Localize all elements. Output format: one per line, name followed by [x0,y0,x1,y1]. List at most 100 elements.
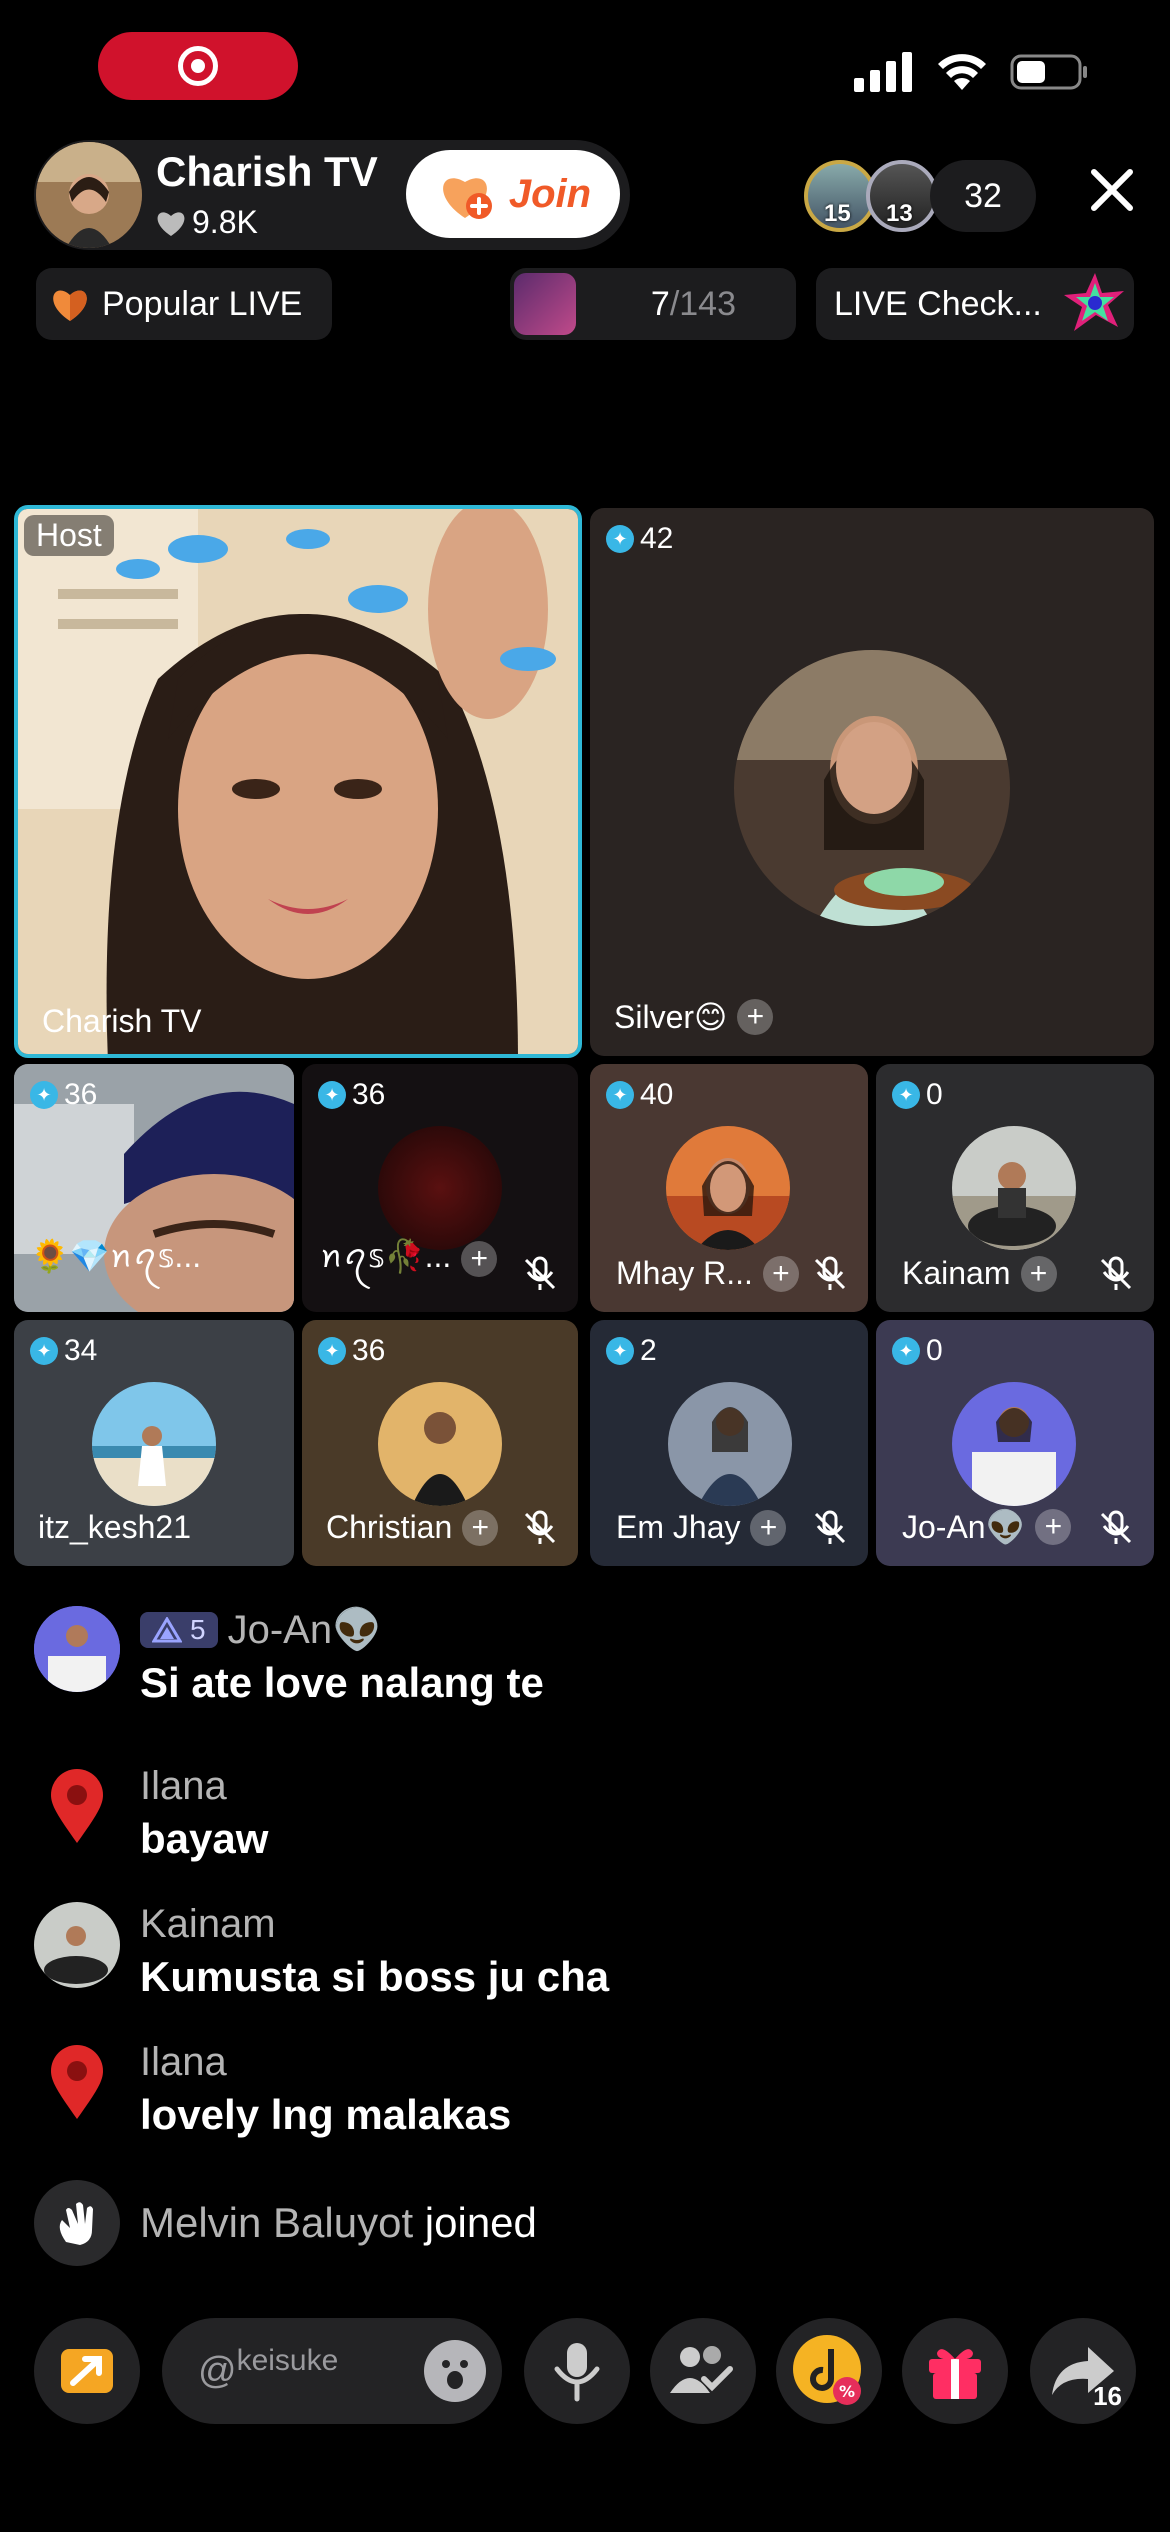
top-viewer-1-badge: 15 [824,200,851,227]
score-value: 0 [926,1078,943,1111]
chat-avatar[interactable] [34,1606,120,1692]
chat-username[interactable]: Ilana [140,2040,511,2085]
guest-label: 🌻💎ꪀꪖ𝕤... [30,1225,201,1292]
chat-text: Si ate love nalang te [140,1659,544,1706]
guest-tile-4[interactable]: ✦ 40 Mhay R... + [590,1064,868,1312]
chat-join-event[interactable]: Melvin Baluyot joined [34,2180,537,2266]
ranking-text: 7/143 [651,285,736,324]
ranking-avatar [514,273,576,335]
chat-username[interactable]: Jo-An👽 [228,1606,382,1653]
chat-message[interactable]: 5 Jo-An👽 Si ate love nalang te [34,1606,544,1707]
host-tile-name: Charish TV [42,1003,202,1039]
chat-message[interactable]: Ilana lovely lng malakas [34,2040,511,2139]
promo-button[interactable]: % [776,2318,882,2424]
diamond-icon: ✦ [318,1081,346,1109]
chat-username[interactable]: Kainam [140,1902,609,1947]
diamond-icon: ✦ [606,1081,634,1109]
guest-score: ✦ 40 [606,1078,673,1112]
guest-name: Jo-An👽 [902,1509,1026,1545]
follow-plus-icon[interactable]: + [462,1509,499,1546]
guest-tile-3[interactable]: ✦ 36 ꪀꪖ𝕤🥀... + [302,1064,578,1312]
svg-text:%: % [839,2382,855,2401]
chat-text: bayaw [140,1815,269,1862]
follow-plus-icon[interactable]: + [762,1255,799,1292]
guest-name: Christian [326,1509,453,1545]
score-value: 42 [640,522,674,555]
follow-plus-icon[interactable]: + [1035,1509,1072,1545]
host-likes: 9.8K [156,204,258,241]
live-check-chip[interactable]: LIVE Check... [816,268,1134,340]
guest-name: ꪀꪖ𝕤🥀... [320,1238,452,1274]
guest-tile-9[interactable]: ✦ 0 Jo-An👽 + [876,1320,1154,1566]
popular-live-chip[interactable]: Popular LIVE [36,268,332,340]
guest-tile-6[interactable]: ✦ 34 itz_kesh21 [14,1320,294,1566]
chat-text: lovely lng malakas [140,2091,512,2138]
gift-button[interactable] [902,2318,1008,2424]
tiktok-coin-icon: % [793,2335,861,2405]
chat-username[interactable]: Melvin Baluyot [140,2199,413,2246]
host-tag: Host [24,515,114,556]
diamond-icon: ✦ [892,1337,920,1365]
guest-avatar [666,1126,790,1250]
guest-label: Em Jhay + [616,1509,787,1546]
live-check-label: LIVE Check... [834,284,1042,323]
viewer-count[interactable]: 32 [930,160,1036,232]
share-box-icon [61,2349,113,2393]
guest-name: Silver😊 [614,999,728,1035]
guest-label: Kainam + [902,1255,1057,1292]
emoji-icon[interactable] [424,2340,486,2402]
guest-score: ✦ 0 [892,1334,943,1368]
guest-tile-5[interactable]: ✦ 0 Kainam + [876,1064,1154,1312]
level-triangle-icon [152,1616,182,1642]
chat-message[interactable]: Ilana bayaw [34,1764,268,1863]
follow-plus-icon[interactable]: + [461,1240,498,1277]
record-icon [178,46,218,86]
input-mention-prefix: @ [198,2349,237,2392]
guest-tile-7[interactable]: ✦ 36 Christian + [302,1320,578,1566]
host-avatar[interactable] [36,142,142,248]
follow-plus-icon[interactable]: + [1020,1255,1057,1292]
follow-plus-icon[interactable]: + [750,1509,787,1546]
guest-tile-2[interactable]: ✦ 36 🌻💎ꪀꪖ𝕤... [14,1064,294,1312]
chat-username[interactable]: Ilana [140,1764,268,1809]
comment-input[interactable]: @ keisuke [162,2318,502,2424]
guests-button[interactable] [650,2318,756,2424]
wave-hand-icon [34,2180,120,2266]
chat-avatar[interactable] [34,1902,120,1988]
share-live-button[interactable] [34,2318,140,2424]
chat-message[interactable]: Kainam Kumusta si boss ju cha [34,1902,609,2001]
host-likes-count: 9.8K [192,204,258,240]
mic-off-icon [524,1256,556,1290]
ranking-chip[interactable]: 7/143 [510,268,796,340]
host-video [18,509,578,1054]
guest-name: Mhay R... [616,1255,753,1291]
location-pin-icon[interactable] [34,1764,120,1850]
mic-off-icon [814,1256,846,1290]
score-value: 36 [64,1078,98,1111]
guest-tile-8[interactable]: ✦ 2 Em Jhay + [590,1320,868,1566]
location-pin-icon[interactable] [34,2040,120,2126]
close-icon[interactable] [1082,160,1142,220]
top-viewer-2[interactable]: 13 [866,160,938,232]
guest-label: itz_kesh21 [38,1509,191,1546]
rank-total: /143 [669,284,736,323]
share-button[interactable]: 16 [1030,2318,1136,2424]
join-button[interactable]: Join [406,150,620,238]
guest-name: 🌻💎ꪀꪖ𝕤... [30,1238,202,1274]
score-value: 0 [926,1334,943,1367]
diamond-icon: ✦ [30,1337,58,1365]
status-icons [854,52,1090,92]
follow-plus-icon[interactable]: + [737,999,774,1035]
diamond-icon: ✦ [606,525,634,553]
guest-avatar [92,1382,216,1506]
microphone-icon [554,2343,600,2402]
level-value: 5 [190,1613,206,1645]
host-video-tile[interactable]: Host Charish TV [14,505,582,1058]
screen-recording-indicator[interactable] [98,32,298,100]
wifi-icon [938,54,986,90]
voice-button[interactable] [524,2318,630,2424]
join-heart-icon [442,178,492,219]
guest-tile-silver[interactable]: ✦ 42 Silver😊 + [590,508,1154,1056]
score-value: 36 [352,1078,386,1111]
guest-score: ✦ 34 [30,1334,97,1368]
